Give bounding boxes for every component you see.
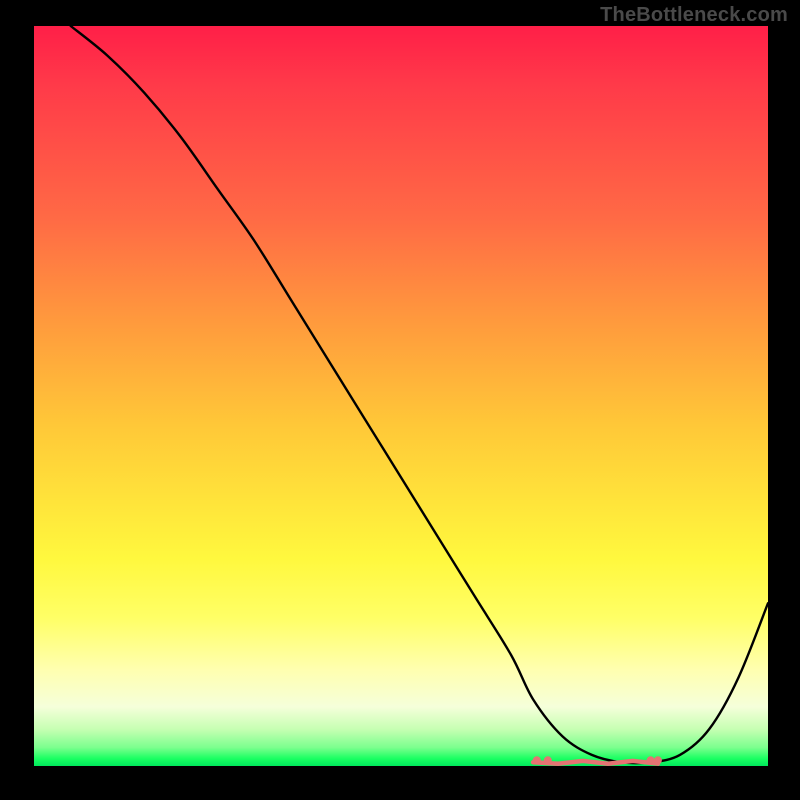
floor-marker-dot [654,756,662,764]
floor-marker-dot [544,756,552,764]
plot-area [34,26,768,766]
bottleneck-curve [71,26,768,763]
floor-marker-dot [647,756,655,764]
curve-svg [34,26,768,766]
floor-marker-line [533,761,658,764]
chart-frame: TheBottleneck.com [0,0,800,800]
floor-marker-dot [533,756,541,764]
watermark-text: TheBottleneck.com [600,4,788,27]
